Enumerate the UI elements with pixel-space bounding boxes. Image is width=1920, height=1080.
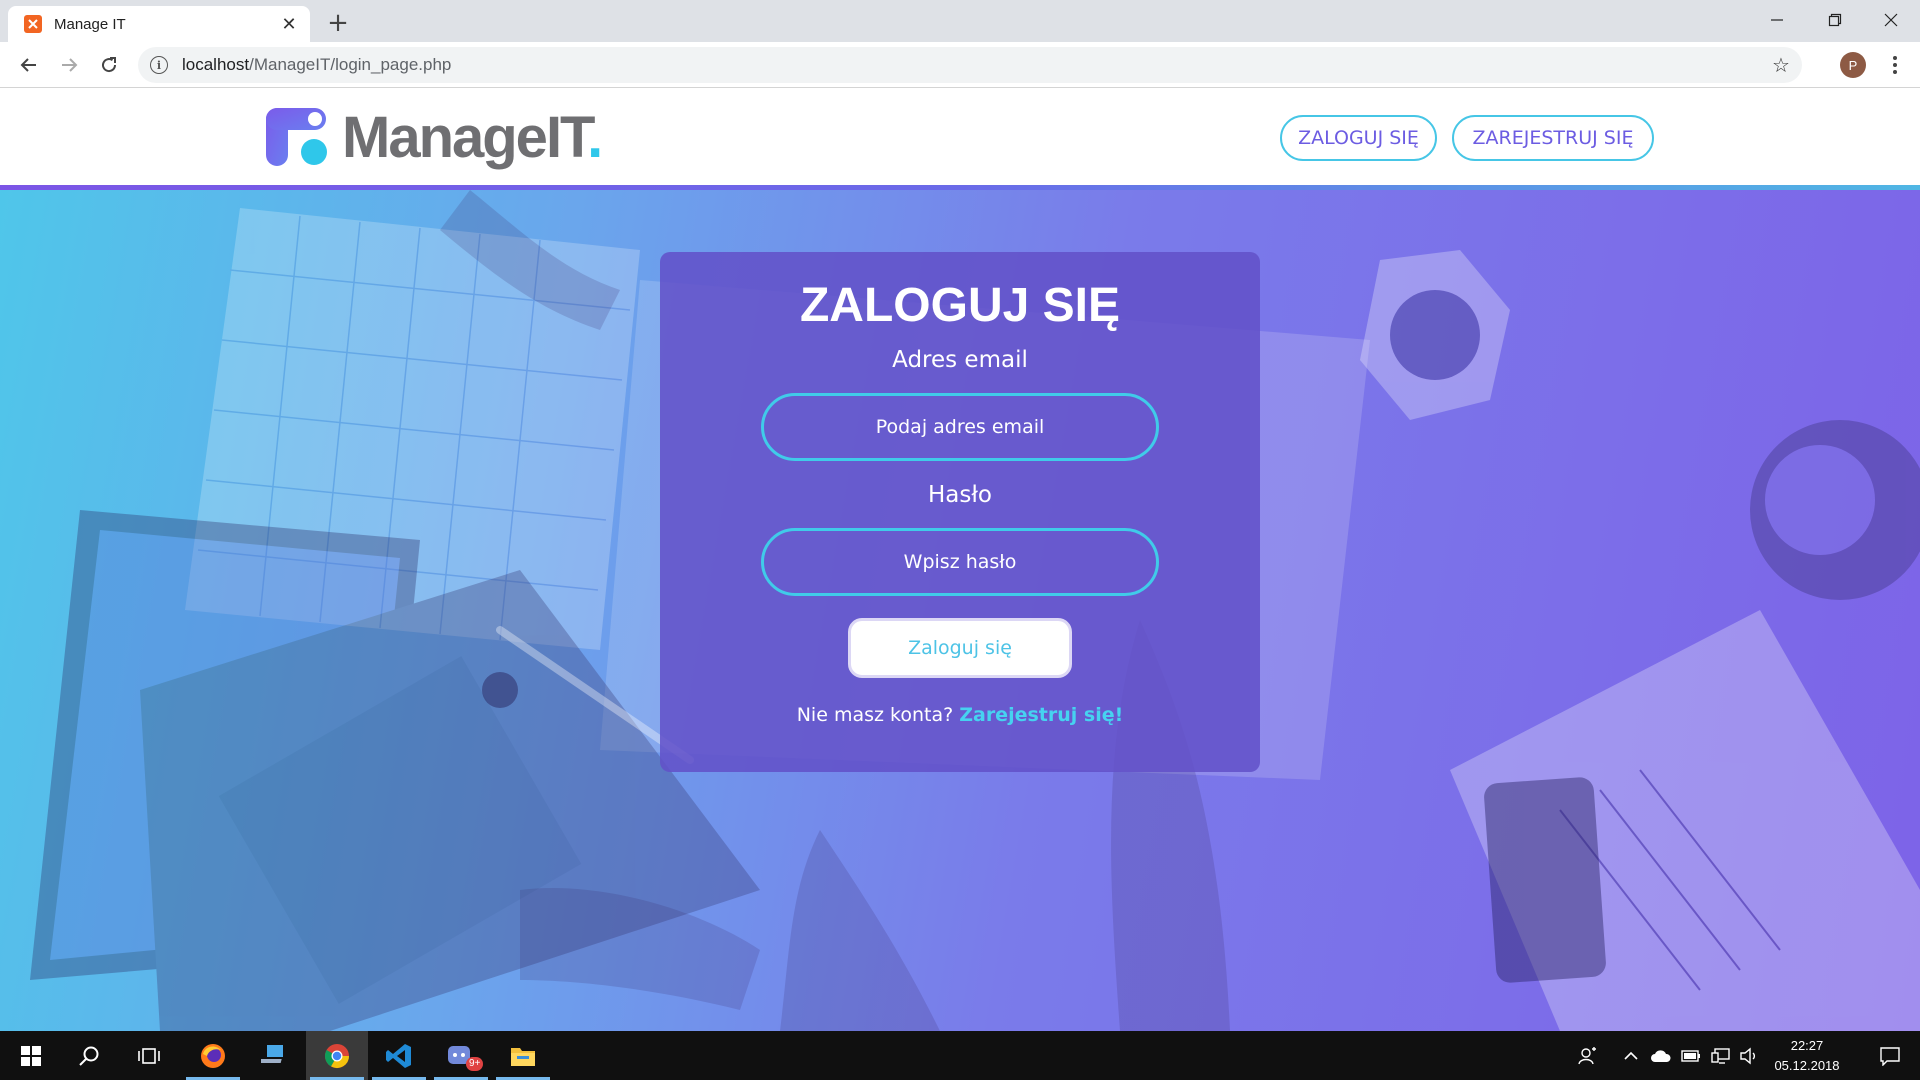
register-prompt: Nie masz konta? Zarejestruj się!	[660, 704, 1260, 726]
site-info-icon[interactable]: i	[150, 56, 168, 74]
close-window-button[interactable]	[1862, 0, 1920, 40]
url-host: localhost	[182, 55, 250, 74]
chrome-icon[interactable]	[306, 1031, 368, 1080]
password-label: Hasło	[928, 482, 992, 508]
site-header: ManageIT. ZALOGUJ SIĘ ZAREJESTRUJ SIĘ	[0, 88, 1920, 186]
site-logo[interactable]: ManageIT.	[264, 104, 603, 170]
email-label: Adres email	[892, 347, 1028, 373]
browser-menu-icon[interactable]	[1882, 52, 1908, 78]
email-field[interactable]	[761, 393, 1159, 461]
restore-window-button[interactable]	[1806, 0, 1864, 40]
onedrive-cloud-icon[interactable]	[1648, 1031, 1674, 1080]
header-login-button[interactable]: ZALOGUJ SIĘ	[1280, 115, 1437, 161]
firefox-icon[interactable]	[182, 1031, 244, 1080]
page-viewport: ManageIT. ZALOGUJ SIĘ ZAREJESTRUJ SIĘ ZA…	[0, 88, 1920, 1031]
logo-text: ManageIT.	[342, 104, 603, 170]
tab-title: Manage IT	[54, 15, 126, 33]
volume-icon[interactable]	[1736, 1031, 1762, 1080]
minimize-window-button[interactable]	[1748, 0, 1806, 40]
discord-icon[interactable]: 9+	[430, 1031, 492, 1080]
hero-background: ZALOGUJ SIĘ Adres email Hasło Zaloguj si…	[0, 190, 1920, 1031]
bookmark-star-icon[interactable]: ☆	[1766, 50, 1796, 80]
battery-icon[interactable]	[1678, 1031, 1704, 1080]
password-field[interactable]	[761, 528, 1159, 596]
clock-time: 22:27	[1790, 1038, 1824, 1053]
logo-mark-icon	[264, 104, 332, 170]
address-bar[interactable]: i localhost/ManageIT/login_page.php ☆	[138, 47, 1802, 83]
browser-tab[interactable]: Manage IT ✕	[8, 6, 310, 42]
network-icon[interactable]	[1708, 1031, 1734, 1080]
login-submit-button[interactable]: Zaloguj się	[848, 618, 1072, 678]
task-view-icon[interactable]	[118, 1031, 180, 1080]
tab-close-icon[interactable]: ✕	[278, 13, 300, 35]
vscode-icon[interactable]	[368, 1031, 430, 1080]
search-icon[interactable]	[58, 1031, 120, 1080]
login-card: ZALOGUJ SIĘ Adres email Hasło Zaloguj si…	[660, 252, 1260, 772]
clock-date: 05.12.2018	[1774, 1058, 1840, 1073]
notification-badge: 9+	[466, 1057, 484, 1071]
windows-taskbar: 9+ 22:27 05.12.2018	[0, 1031, 1920, 1080]
browser-tab-bar: Manage IT ✕ +	[0, 0, 1920, 42]
header-register-button[interactable]: ZAREJESTRUJ SIĘ	[1452, 115, 1654, 161]
forward-arrow-icon[interactable]	[54, 50, 84, 80]
action-center-icon[interactable]	[1862, 1031, 1918, 1080]
url-text[interactable]: localhost/ManageIT/login_page.php	[182, 55, 1766, 75]
show-hidden-icons-chevron-icon[interactable]	[1618, 1031, 1644, 1080]
back-arrow-icon[interactable]	[14, 50, 44, 80]
taskbar-clock[interactable]: 22:27 05.12.2018	[1762, 1036, 1852, 1076]
network-computer-icon[interactable]	[244, 1031, 306, 1080]
login-title: ZALOGUJ SIĘ	[799, 279, 1121, 332]
browser-toolbar: i localhost/ManageIT/login_page.php ☆ P	[0, 42, 1920, 88]
register-link[interactable]: Zarejestruj się!	[959, 704, 1123, 726]
new-tab-button[interactable]: +	[324, 8, 352, 38]
reload-icon[interactable]	[94, 50, 124, 80]
xampp-favicon-icon	[24, 15, 42, 33]
windows-start-icon[interactable]	[0, 1031, 62, 1080]
profile-avatar[interactable]: P	[1840, 52, 1866, 78]
url-path: /ManageIT/login_page.php	[249, 55, 452, 74]
file-explorer-icon[interactable]	[492, 1031, 554, 1080]
no-account-text: Nie masz konta?	[796, 704, 960, 726]
people-icon[interactable]	[1572, 1031, 1604, 1080]
